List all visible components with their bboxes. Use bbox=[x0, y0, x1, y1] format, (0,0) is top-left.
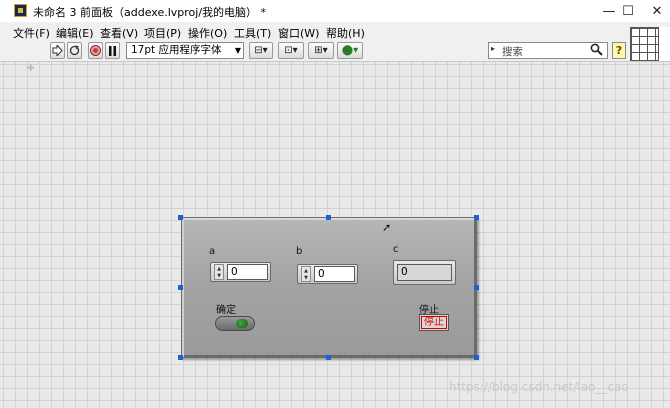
vi-icon[interactable] bbox=[658, 27, 670, 61]
abort-button[interactable] bbox=[88, 42, 103, 59]
menu-project[interactable]: 项目(P) bbox=[144, 25, 181, 41]
selection-handle[interactable] bbox=[178, 285, 183, 290]
led-indicator-icon bbox=[236, 319, 248, 328]
distribute-objects-icon: ⊡▾ bbox=[284, 45, 298, 56]
menu-file[interactable]: 文件(F) bbox=[13, 25, 50, 41]
pause-icon bbox=[109, 45, 116, 56]
menu-help[interactable]: 帮助(H) bbox=[326, 25, 365, 41]
search-placeholder: 搜索 bbox=[502, 46, 523, 58]
origin-marker-icon: ✛ bbox=[27, 64, 35, 74]
chevron-down-icon[interactable]: ▼ bbox=[232, 42, 244, 59]
font-select[interactable]: 17pt 应用程序字体 bbox=[126, 42, 244, 59]
numeric-input-b[interactable]: 0 bbox=[314, 266, 355, 282]
numeric-input-a[interactable]: 0 bbox=[227, 264, 268, 280]
indicator-c-label: c bbox=[393, 244, 399, 255]
run-continuously-icon bbox=[69, 45, 80, 56]
abort-icon bbox=[90, 45, 101, 56]
menu-tools[interactable]: 工具(T) bbox=[234, 25, 271, 41]
run-button[interactable] bbox=[50, 42, 65, 59]
selection-handle[interactable] bbox=[474, 355, 479, 360]
align-objects-icon: ⊟▾ bbox=[254, 45, 268, 56]
run-arrow-icon bbox=[52, 45, 63, 56]
menu-edit[interactable]: 编辑(E) bbox=[56, 25, 94, 41]
decrement-arrow-icon[interactable]: ▼ bbox=[303, 275, 309, 281]
resize-objects-icon: ⊞▾ bbox=[314, 45, 328, 56]
search-expand-icon[interactable]: ▸ bbox=[491, 44, 495, 53]
control-a-label: a bbox=[209, 246, 216, 257]
selection-handle[interactable] bbox=[474, 285, 479, 290]
distribute-objects-button[interactable]: ⊡▾ bbox=[278, 42, 304, 59]
selection-handle[interactable] bbox=[474, 215, 479, 220]
search-icon[interactable] bbox=[588, 43, 604, 58]
reorder-icon: ⬤▾ bbox=[341, 45, 359, 56]
window-title: 未命名 3 前面板（addexe.lvproj/我的电脑） * bbox=[33, 6, 267, 19]
resize-objects-button[interactable]: ⊞▾ bbox=[308, 42, 334, 59]
selection-handle[interactable] bbox=[326, 355, 331, 360]
context-help-button[interactable]: ? bbox=[612, 42, 626, 59]
reorder-button[interactable]: ⬤▾ bbox=[337, 42, 363, 59]
selection-handle[interactable] bbox=[178, 215, 183, 220]
mouse-cursor-icon: ➚ bbox=[382, 221, 392, 234]
ok-boolean-button[interactable] bbox=[215, 316, 255, 331]
watermark-text: https://blog.csdn.net/lao__cao bbox=[449, 380, 629, 394]
selection-handle[interactable] bbox=[326, 215, 331, 220]
menu-window[interactable]: 窗口(W) bbox=[278, 25, 319, 41]
stop-button-border bbox=[421, 316, 447, 329]
increment-decrement-b[interactable]: ▲ ▼ bbox=[301, 266, 311, 282]
menu-view[interactable]: 查看(V) bbox=[100, 25, 138, 41]
increment-decrement-a[interactable]: ▲ ▼ bbox=[214, 264, 224, 280]
increment-arrow-icon[interactable]: ▲ bbox=[216, 266, 222, 272]
decrement-arrow-icon[interactable]: ▼ bbox=[216, 273, 222, 279]
selection-handle[interactable] bbox=[178, 355, 183, 360]
run-continuously-button[interactable] bbox=[67, 42, 82, 59]
close-button[interactable]: ✕ bbox=[640, 0, 670, 22]
control-b-label: b bbox=[296, 246, 303, 257]
labview-app-icon bbox=[14, 4, 27, 17]
ok-button-label: 确定 bbox=[216, 305, 236, 316]
pause-button[interactable] bbox=[105, 42, 120, 59]
raised-box-decoration[interactable] bbox=[181, 217, 477, 358]
numeric-indicator-c-value: 0 bbox=[397, 264, 452, 281]
align-objects-button[interactable]: ⊟▾ bbox=[249, 42, 273, 59]
menu-operate[interactable]: 操作(O) bbox=[188, 25, 227, 41]
increment-arrow-icon[interactable]: ▲ bbox=[303, 268, 309, 274]
